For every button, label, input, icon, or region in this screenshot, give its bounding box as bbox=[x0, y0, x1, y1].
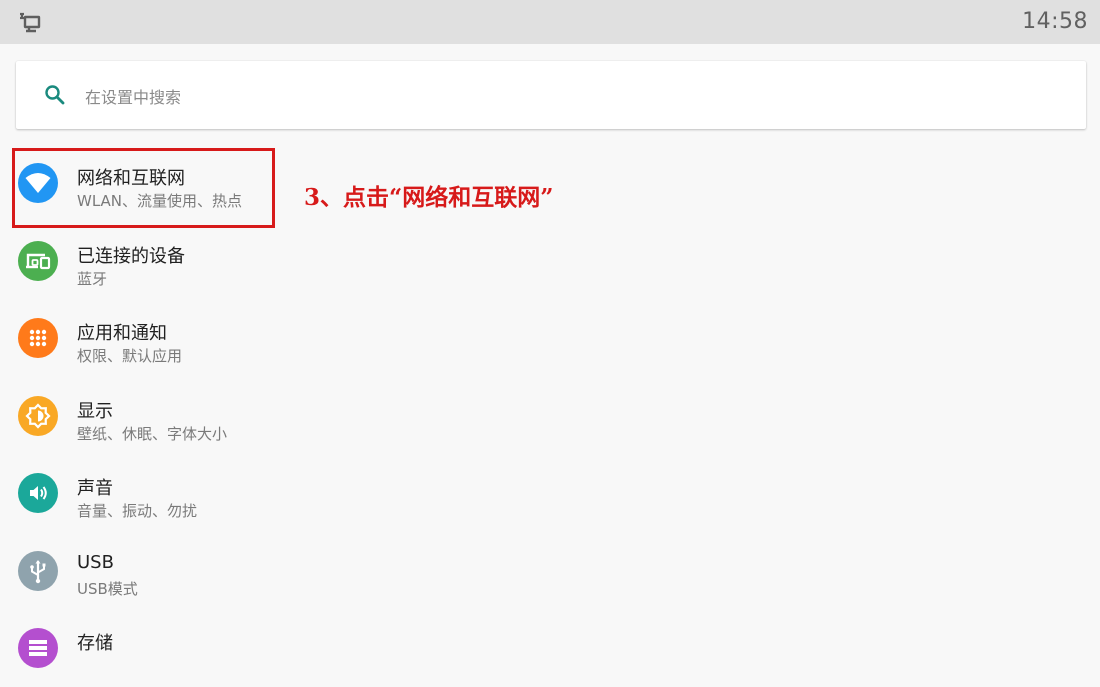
status-bar: 14:58 bbox=[0, 0, 1100, 44]
volume-icon bbox=[18, 473, 58, 513]
settings-item-subtitle: 音量、振动、勿扰 bbox=[77, 502, 198, 520]
annotation-text: 3、点击“网络和互联网” bbox=[304, 184, 554, 211]
highlight-box bbox=[12, 148, 275, 228]
settings-item-title: 显示 bbox=[77, 400, 113, 422]
search-placeholder: 在设置中搜索 bbox=[85, 88, 182, 107]
search-icon bbox=[43, 83, 67, 107]
settings-item-subtitle: 壁纸、休眠、字体大小 bbox=[77, 424, 228, 443]
usb-icon bbox=[18, 550, 58, 591]
computer-monitor-icon bbox=[18, 11, 42, 33]
settings-item-usb[interactable]: USB USB模式 bbox=[0, 532, 1100, 610]
settings-item-apps[interactable]: 应用和通知 权限、默认应用 bbox=[0, 299, 1100, 377]
search-bar[interactable]: 在设置中搜索 bbox=[16, 61, 1086, 129]
settings-item-title: 存储 bbox=[77, 633, 113, 654]
settings-item-sound[interactable]: 声音 音量、振动、勿扰 bbox=[0, 454, 1100, 532]
settings-item-title: 声音 bbox=[77, 478, 113, 499]
brightness-icon bbox=[18, 395, 58, 436]
settings-item-subtitle: 蓝牙 bbox=[77, 269, 108, 288]
settings-item-subtitle: USB模式 bbox=[77, 579, 138, 598]
settings-item-display[interactable]: 显示 壁纸、休眠、字体大小 bbox=[0, 377, 1100, 455]
settings-item-connected-devices[interactable]: 已连接的设备 蓝牙 bbox=[0, 222, 1100, 300]
settings-item-title: 应用和通知 bbox=[77, 323, 167, 344]
settings-item-title: USB bbox=[77, 551, 114, 573]
storage-icon bbox=[18, 628, 58, 668]
apps-grid-icon bbox=[18, 318, 58, 358]
connected-devices-icon bbox=[18, 240, 58, 281]
settings-item-subtitle: 权限、默认应用 bbox=[77, 347, 183, 365]
settings-item-title: 已连接的设备 bbox=[77, 245, 185, 267]
status-time: 14:58 bbox=[1022, 9, 1088, 34]
settings-item-storage[interactable]: 存储 bbox=[0, 609, 1100, 687]
